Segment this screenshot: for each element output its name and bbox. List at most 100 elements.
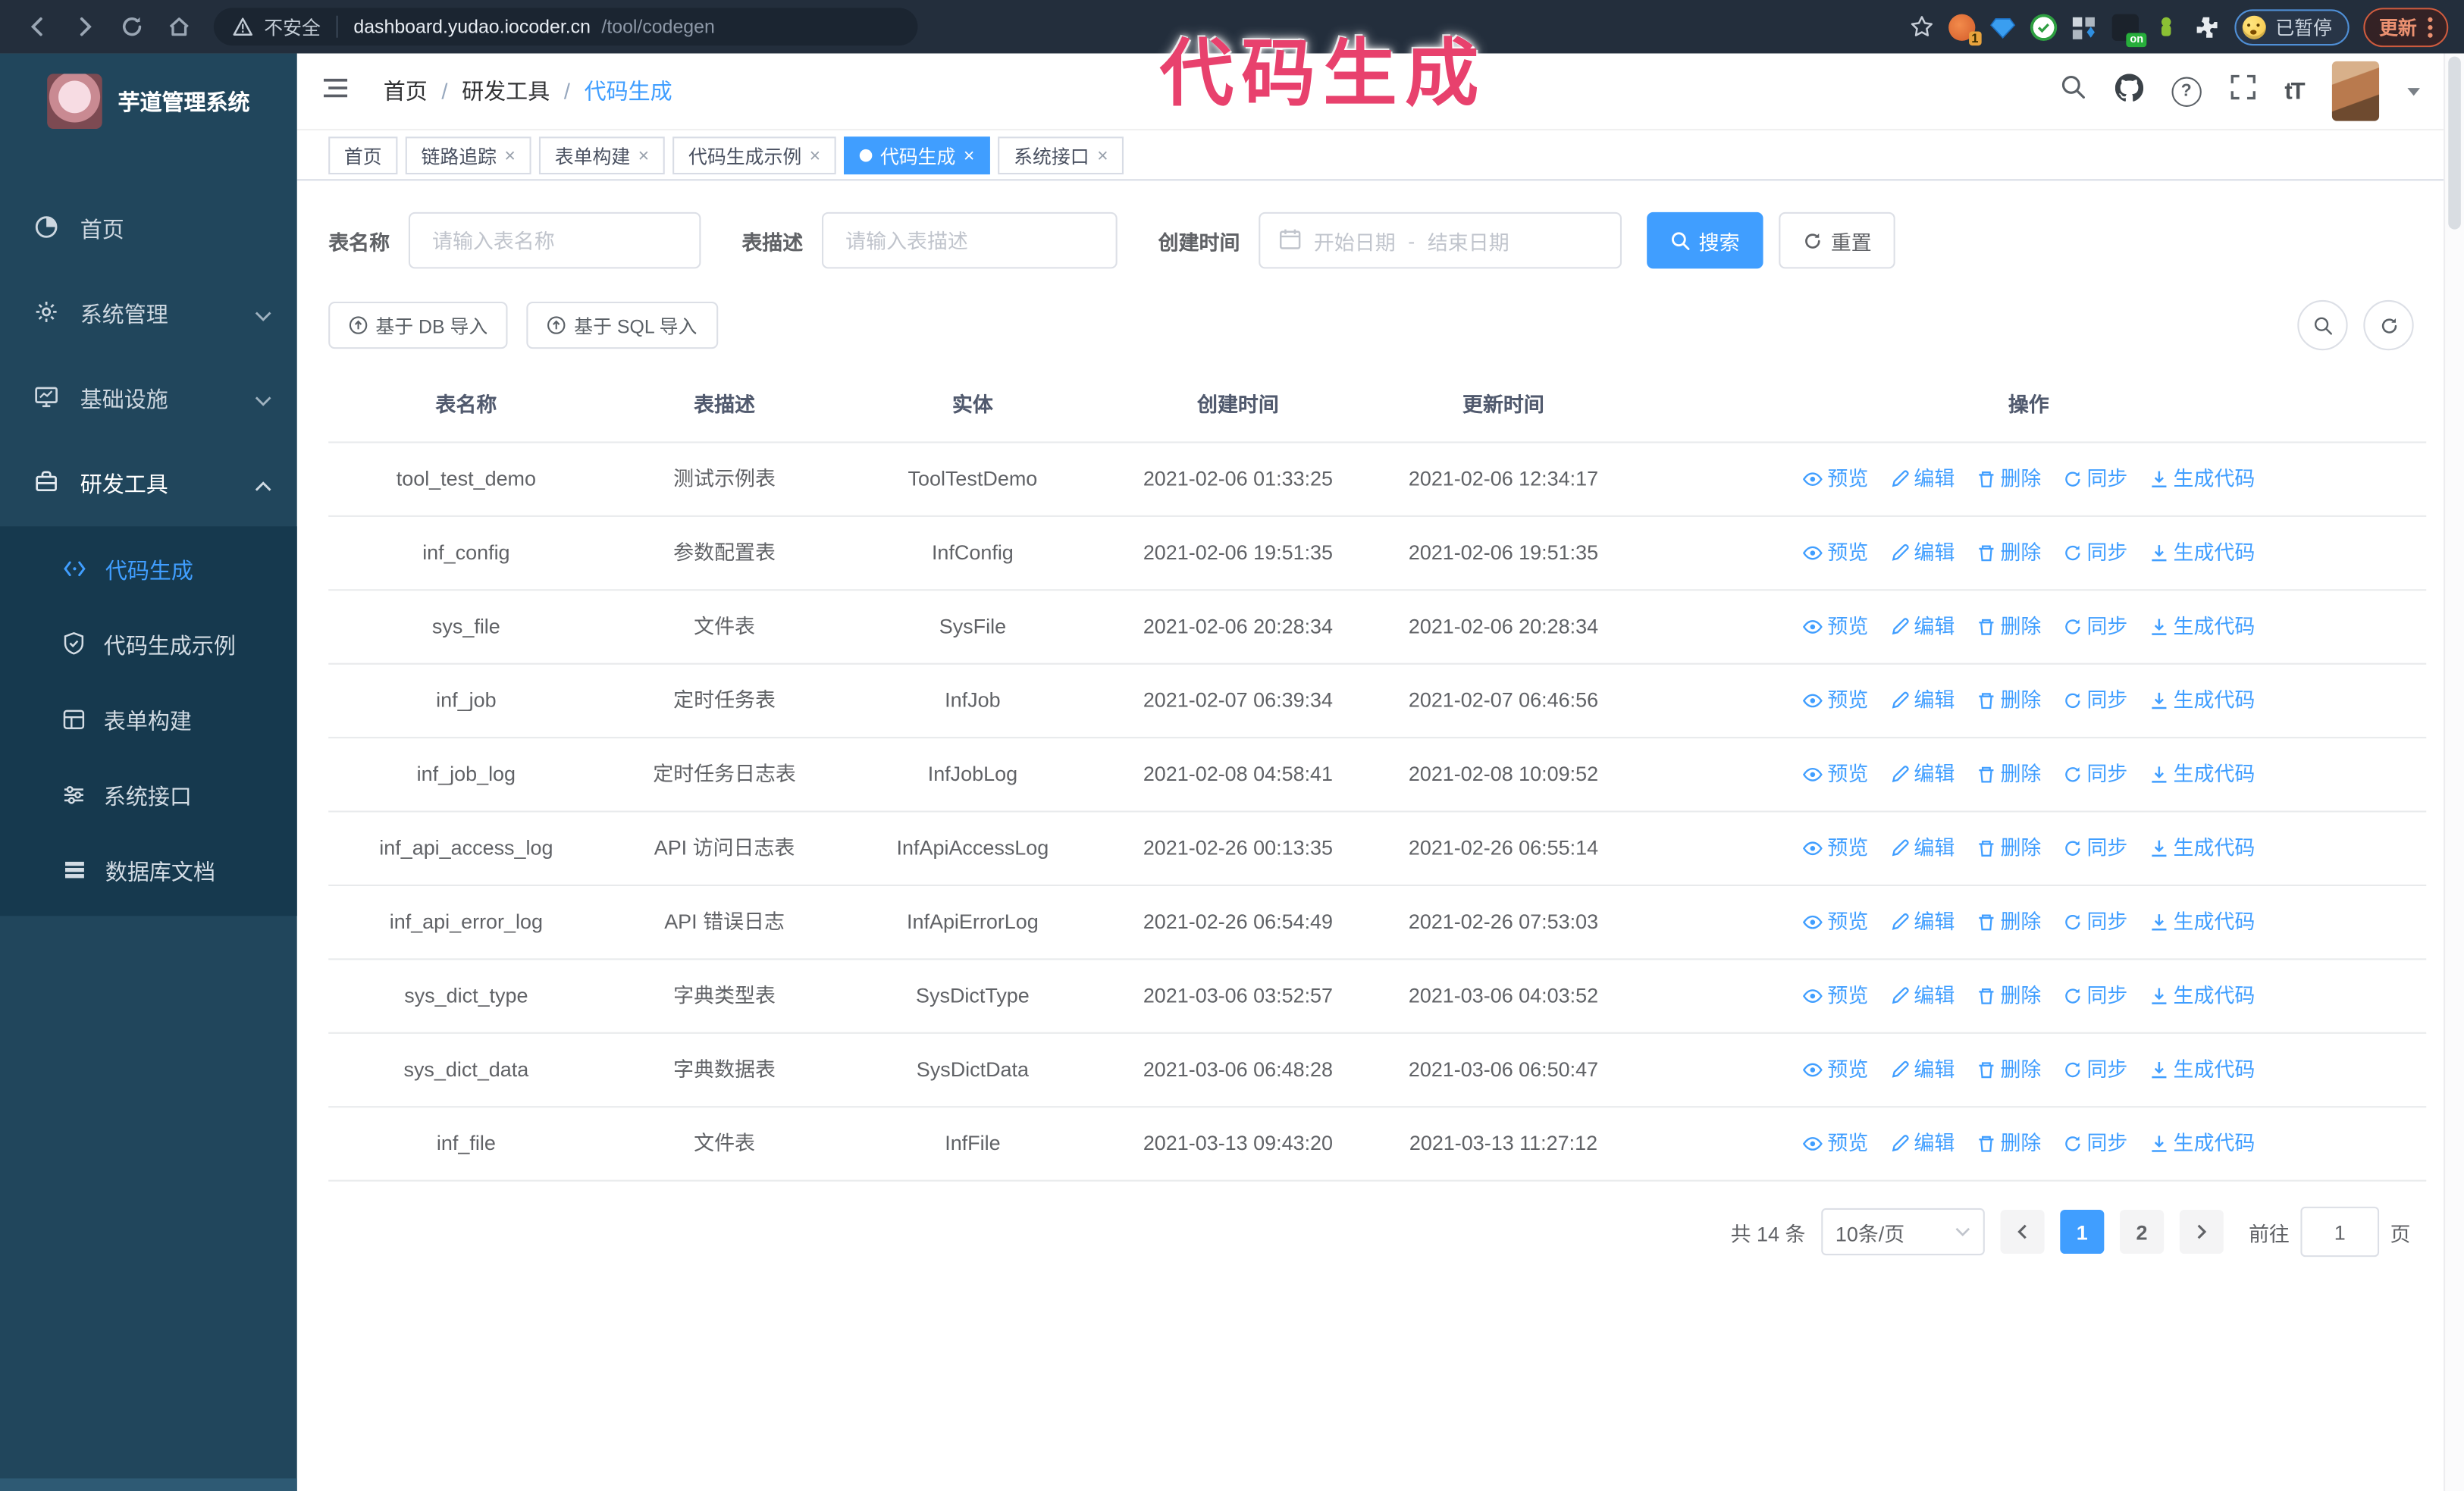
search-icon[interactable] (2060, 74, 2086, 108)
tab-tracing[interactable]: 链路追踪 × (405, 136, 531, 175)
edit-link[interactable]: 编辑 (1890, 833, 1955, 864)
hamburger-icon[interactable] (322, 77, 349, 106)
delete-link[interactable]: 删除 (1977, 1054, 2041, 1085)
tab-form-builder[interactable]: 表单构建 × (539, 136, 665, 175)
extension-icon-gem[interactable] (1989, 14, 2016, 40)
next-page-button[interactable] (2179, 1209, 2224, 1255)
page-scrollbar[interactable] (2444, 53, 2464, 1491)
delete-link[interactable]: 删除 (1977, 759, 2041, 790)
submenu-item-system-api[interactable]: 系统接口 (0, 759, 297, 834)
github-icon[interactable] (2114, 73, 2143, 109)
user-menu-caret-icon[interactable] (2407, 87, 2420, 102)
generate-code-link[interactable]: 生成代码 (2149, 611, 2255, 642)
sync-link[interactable]: 同步 (2063, 1128, 2127, 1159)
sync-link[interactable]: 同步 (2063, 759, 2127, 790)
sync-link[interactable]: 同步 (2063, 907, 2127, 938)
edit-link[interactable]: 编辑 (1890, 463, 1955, 494)
edit-link[interactable]: 编辑 (1890, 759, 1955, 790)
tab-codegen[interactable]: 代码生成 × (844, 136, 991, 175)
breadcrumb-home[interactable]: 首页 (384, 75, 428, 106)
reload-icon[interactable] (120, 14, 145, 39)
extension-icon-green-check[interactable] (2030, 13, 2058, 40)
extension-icon-on[interactable]: on (2111, 13, 2147, 47)
edit-link[interactable]: 编辑 (1890, 1128, 1955, 1159)
sync-link[interactable]: 同步 (2063, 980, 2127, 1011)
delete-link[interactable]: 删除 (1977, 537, 2041, 569)
import-sql-button[interactable]: 基于 SQL 导入 (527, 301, 718, 349)
sidebar-item-system[interactable]: 系统管理 (0, 272, 297, 357)
table-desc-input[interactable] (842, 227, 1097, 254)
generate-code-link[interactable]: 生成代码 (2149, 537, 2255, 569)
submenu-item-codegen-example[interactable]: 代码生成示例 (0, 608, 297, 683)
generate-code-link[interactable]: 生成代码 (2149, 685, 2255, 716)
edit-link[interactable]: 编辑 (1890, 685, 1955, 716)
import-db-button[interactable]: 基于 DB 导入 (328, 301, 509, 349)
close-icon[interactable]: × (964, 146, 975, 165)
home-icon[interactable] (167, 14, 192, 39)
page-button-1[interactable]: 1 (2060, 1209, 2105, 1255)
preview-link[interactable]: 预览 (1802, 537, 1868, 569)
extension-icon-droid[interactable] (2153, 14, 2180, 40)
delete-link[interactable]: 删除 (1977, 907, 2041, 938)
font-size-icon[interactable]: tT (2284, 78, 2305, 105)
toggle-search-button[interactable] (2297, 299, 2348, 351)
sync-link[interactable]: 同步 (2063, 685, 2127, 716)
address-bar[interactable]: 不安全 dashboard.yudao.iocoder.cn/tool/code… (213, 8, 918, 46)
page-button-2[interactable]: 2 (2120, 1209, 2165, 1255)
edit-link[interactable]: 编辑 (1890, 611, 1955, 642)
generate-code-link[interactable]: 生成代码 (2149, 1054, 2255, 1085)
scrollbar-thumb[interactable] (2448, 56, 2461, 230)
delete-link[interactable]: 删除 (1977, 611, 2041, 642)
app-logo-row[interactable]: 芋道管理系统 (0, 53, 297, 149)
back-icon[interactable] (25, 14, 50, 39)
sync-link[interactable]: 同步 (2063, 833, 2127, 864)
edit-link[interactable]: 编辑 (1890, 907, 1955, 938)
preview-link[interactable]: 预览 (1802, 685, 1868, 716)
profile-paused-pill[interactable]: 已暂停 (2234, 8, 2350, 45)
close-icon[interactable]: × (1097, 146, 1108, 165)
sync-link[interactable]: 同步 (2063, 1054, 2127, 1085)
close-icon[interactable]: × (638, 146, 650, 165)
tab-system-api[interactable]: 系统接口 × (998, 136, 1124, 175)
generate-code-link[interactable]: 生成代码 (2149, 759, 2255, 790)
sync-link[interactable]: 同步 (2063, 463, 2127, 494)
generate-code-link[interactable]: 生成代码 (2149, 1128, 2255, 1159)
sync-link[interactable]: 同步 (2063, 537, 2127, 569)
table-name-input[interactable] (428, 227, 681, 254)
delete-link[interactable]: 删除 (1977, 463, 2041, 494)
close-icon[interactable]: × (504, 146, 516, 165)
bookmark-star-icon[interactable] (1909, 14, 1934, 39)
user-avatar[interactable] (2331, 61, 2380, 121)
preview-link[interactable]: 预览 (1802, 980, 1868, 1011)
reset-button[interactable]: 重置 (1779, 211, 1895, 269)
submenu-item-codegen[interactable]: 代码生成 (0, 533, 297, 608)
delete-link[interactable]: 删除 (1977, 980, 2041, 1011)
close-icon[interactable]: × (810, 146, 821, 165)
edit-link[interactable]: 编辑 (1890, 537, 1955, 569)
sidebar-item-home[interactable]: 首页 (0, 187, 297, 272)
edit-link[interactable]: 编辑 (1890, 980, 1955, 1011)
prev-page-button[interactable] (2000, 1209, 2045, 1255)
sidebar-item-devtools[interactable]: 研发工具 (0, 441, 297, 526)
goto-page-input[interactable] (2300, 1206, 2380, 1258)
generate-code-link[interactable]: 生成代码 (2149, 463, 2255, 494)
generate-code-link[interactable]: 生成代码 (2149, 907, 2255, 938)
sidebar-item-infra[interactable]: 基础设施 (0, 357, 297, 442)
preview-link[interactable]: 预览 (1802, 1054, 1868, 1085)
help-icon[interactable]: ? (2171, 76, 2202, 106)
preview-link[interactable]: 预览 (1802, 611, 1868, 642)
date-range-picker[interactable]: 开始日期 - 结束日期 (1259, 211, 1622, 269)
refresh-button[interactable] (2363, 299, 2414, 351)
page-size-select[interactable]: 10条/页 (1821, 1208, 1985, 1256)
browser-update-button[interactable]: 更新 (2363, 7, 2449, 47)
delete-link[interactable]: 删除 (1977, 1128, 2041, 1159)
edit-link[interactable]: 编辑 (1890, 1054, 1955, 1085)
submenu-item-db-doc[interactable]: 数据库文档 (0, 835, 297, 910)
extension-icon-orange[interactable]: 1 (1948, 13, 1982, 45)
search-button[interactable]: 搜索 (1647, 211, 1763, 269)
fullscreen-icon[interactable] (2230, 74, 2256, 108)
forward-icon[interactable] (72, 14, 97, 39)
preview-link[interactable]: 预览 (1802, 759, 1868, 790)
extensions-puzzle-icon[interactable] (2193, 14, 2220, 40)
delete-link[interactable]: 删除 (1977, 833, 2041, 864)
